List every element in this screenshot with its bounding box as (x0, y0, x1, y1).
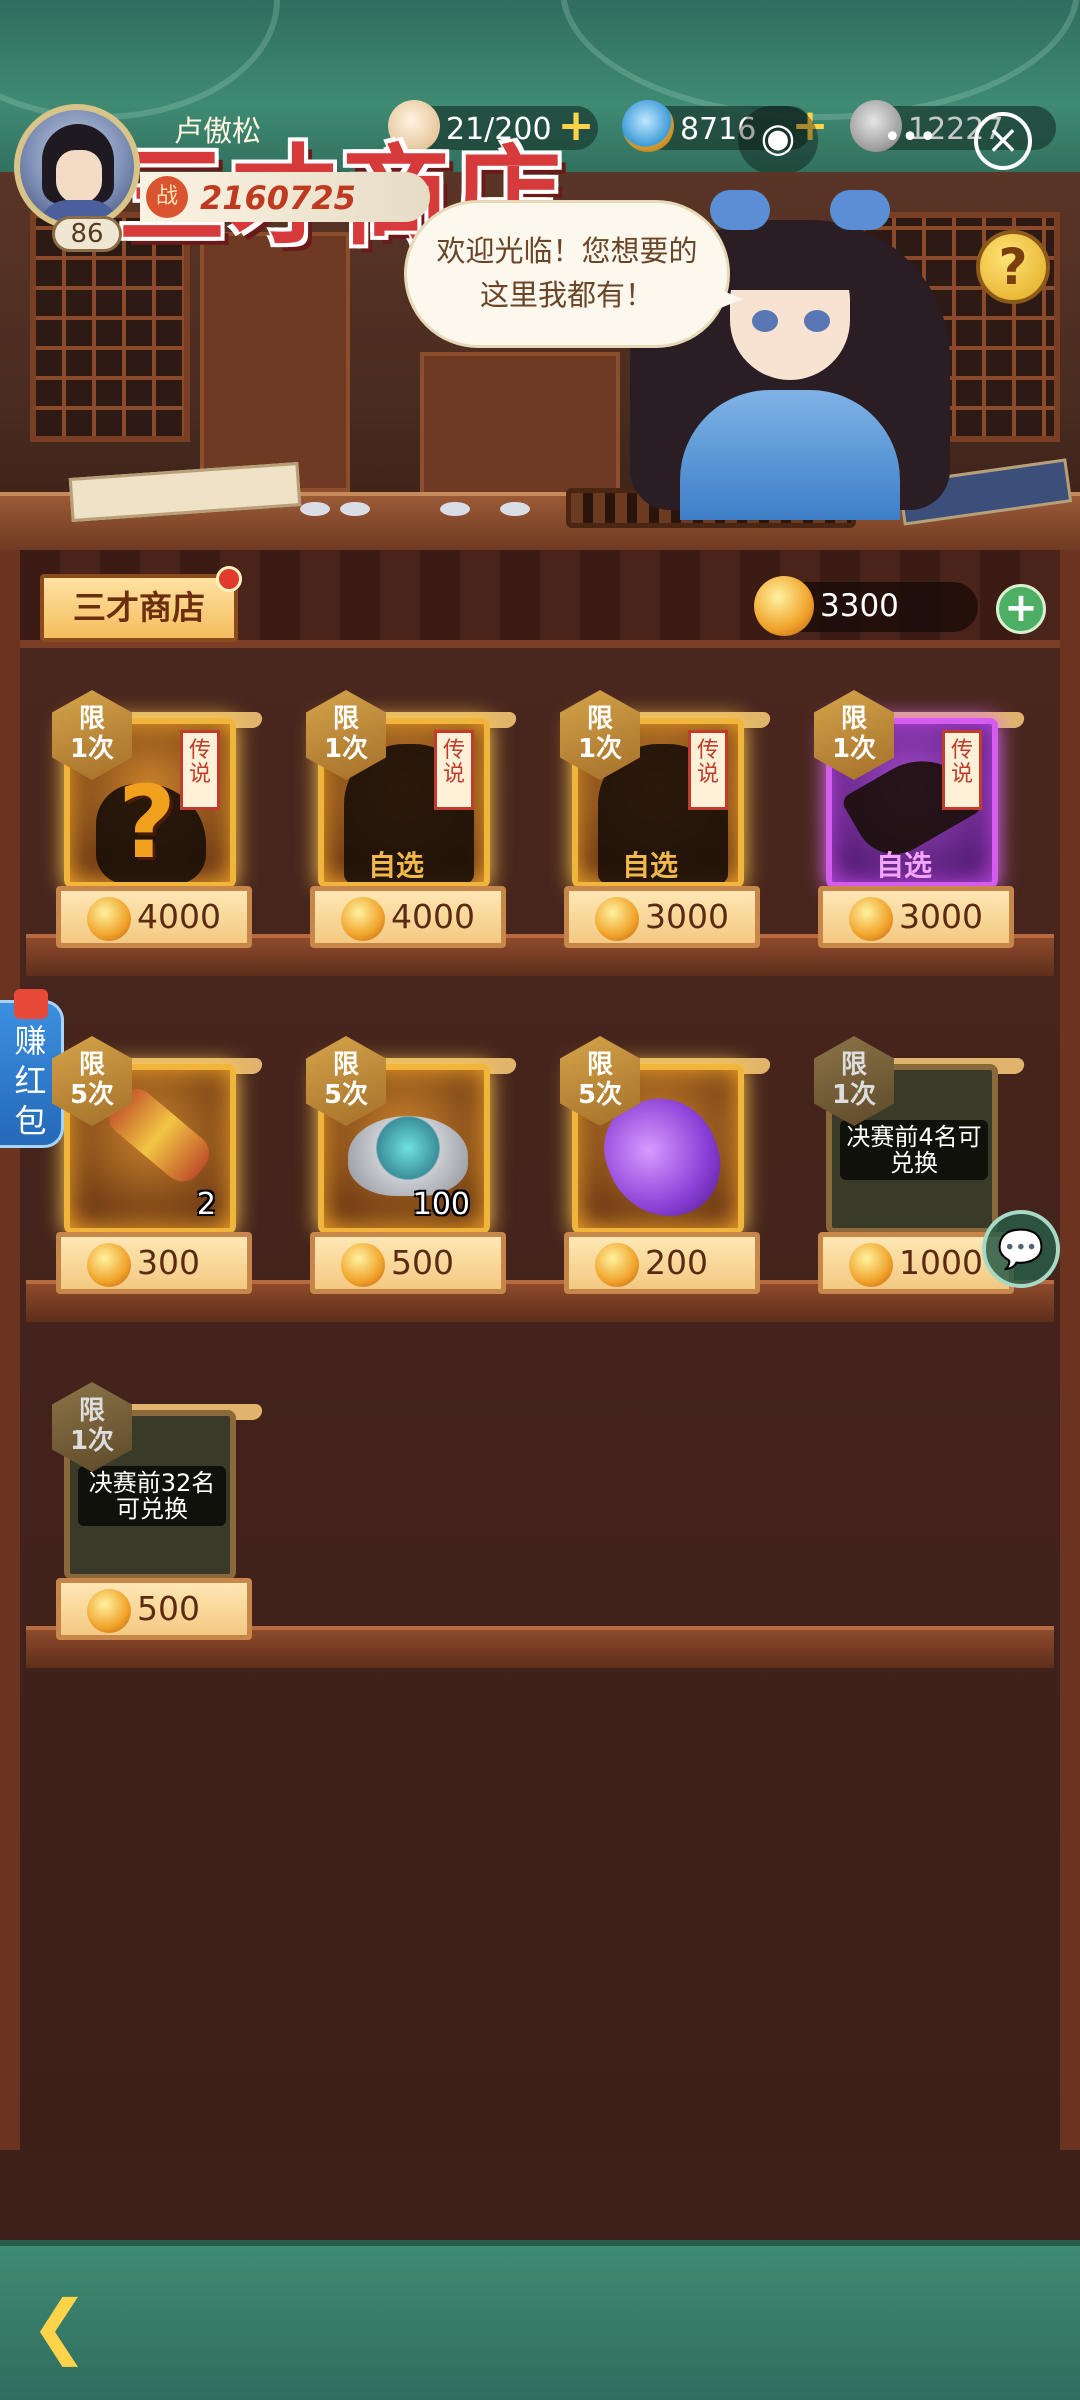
shop-item[interactable]: 100 限 5次 500 (306, 1036, 518, 1294)
hair-bow (710, 190, 770, 230)
more-button[interactable]: ••• (880, 106, 940, 174)
item-price: 500 (391, 1243, 454, 1282)
selectable-label: 自选 (876, 849, 933, 882)
jade-icon (622, 100, 674, 152)
tab-sancai-shop[interactable]: 三才商店 (40, 574, 238, 642)
shop-token-icon (341, 1243, 385, 1287)
combat-power-bar: 战 2160725 (140, 172, 430, 222)
combat-power-value: 2160725 (200, 179, 356, 217)
help-button[interactable]: ? (976, 230, 1050, 304)
shop-token-icon (849, 1243, 893, 1287)
avatar-face (56, 150, 102, 204)
item-quantity: 2 (196, 1187, 216, 1222)
combat-power-icon: 战 (146, 176, 188, 218)
hair-bow (830, 190, 890, 230)
shop-token-icon (754, 576, 814, 636)
speech-line-2: 这里我都有！ (479, 278, 654, 312)
bottom-bar: ❮ (0, 2240, 1080, 2400)
shop-token-icon (849, 897, 893, 941)
coin-decor (340, 502, 370, 516)
avatar (14, 104, 140, 230)
background-shelf (200, 232, 350, 492)
price-tag: 500 (310, 1232, 506, 1294)
notification-dot (216, 566, 242, 592)
chat-icon: 💬 (997, 1227, 1045, 1271)
close-icon: × (986, 117, 1020, 163)
character-eye (752, 310, 778, 332)
item-price: 3000 (899, 897, 983, 936)
player-avatar[interactable]: 86 (14, 104, 140, 252)
speech-bubble: 欢迎光临！您想要的 这里我都有！ (404, 200, 743, 348)
price-tag: 500 (56, 1578, 252, 1640)
shop-currency: 3300 (754, 576, 978, 636)
close-button[interactable]: × (974, 112, 1032, 170)
coin-decor (500, 502, 530, 516)
item-price: 3000 (645, 897, 729, 936)
level-badge: 86 (52, 216, 122, 252)
price-tag: 4000 (310, 886, 506, 948)
back-arrow-icon: ❮ (30, 2285, 89, 2367)
shop-token-icon (341, 897, 385, 941)
decor-swirl (0, 0, 280, 120)
character-eye (804, 310, 830, 332)
more-icon: ••• (883, 120, 937, 155)
character-dress (680, 390, 900, 520)
shop-item[interactable]: 自选 限 1次 传说 3000 (560, 690, 772, 948)
shop-token-icon (595, 1243, 639, 1287)
selectable-label: 自选 (622, 849, 679, 882)
gamepad-button[interactable]: ◉ (738, 106, 818, 174)
shop-item[interactable]: 自选 限 1次 传说 3000 (814, 690, 1026, 948)
shop-item[interactable]: 2 限 5次 300 (52, 1036, 264, 1294)
coin-decor (440, 502, 470, 516)
item-price: 500 (137, 1589, 200, 1628)
shop-currency-amount: 3300 (820, 588, 899, 624)
item-price: 4000 (137, 897, 221, 936)
shop-token-icon (595, 897, 639, 941)
coin-decor (300, 502, 330, 516)
item-price: 1000 (899, 1243, 983, 1282)
shop-cabinet: 三才商店 3300 + ? 限 1次 传说 4000 自选 限 1次 传说 400 (0, 550, 1080, 2240)
character-fringe (718, 230, 864, 290)
shop-item[interactable]: 自选 限 1次 传说 4000 (306, 690, 518, 948)
unlock-condition: 决赛前4名可兑换 (840, 1120, 988, 1180)
gamepad-icon: ◉ (760, 115, 796, 161)
shop-item-locked[interactable]: 决赛前32名可兑换 限 1次 500 (52, 1382, 264, 1640)
price-tag: 3000 (818, 886, 1014, 948)
item-quantity: 100 (412, 1187, 470, 1222)
legendary-tag: 传说 (180, 730, 220, 810)
price-tag: 200 (564, 1232, 760, 1294)
shop-item[interactable]: ? 限 1次 传说 4000 (52, 690, 264, 948)
jade-pouch-art (348, 1116, 468, 1196)
shop-token-icon (87, 1589, 131, 1633)
shop-token-icon (87, 897, 131, 941)
red-envelope-label: 赚红包 (14, 1022, 47, 1140)
legendary-tag: 传说 (942, 730, 982, 810)
add-currency-button[interactable]: + (996, 584, 1046, 634)
legendary-tag: 传说 (434, 730, 474, 810)
question-mark-icon: ? (118, 764, 177, 881)
legendary-tag: 传说 (688, 730, 728, 810)
back-button[interactable]: ❮ (30, 2291, 130, 2364)
unlock-condition: 决赛前32名可兑换 (78, 1466, 226, 1526)
price-tag: 3000 (564, 886, 760, 948)
price-tag: 300 (56, 1232, 252, 1294)
speech-line-1: 欢迎光临！您想要的 (436, 234, 698, 268)
chat-button[interactable]: 💬 (982, 1210, 1060, 1288)
selectable-label: 自选 (368, 849, 425, 882)
shop-item[interactable]: 限 5次 200 (560, 1036, 772, 1294)
red-envelope-icon (14, 989, 48, 1019)
item-price: 200 (645, 1243, 708, 1282)
item-price: 4000 (391, 897, 475, 936)
price-tag: 4000 (56, 886, 252, 948)
item-price: 300 (137, 1243, 200, 1282)
question-icon: ? (998, 238, 1028, 296)
shop-token-icon (87, 1243, 131, 1287)
